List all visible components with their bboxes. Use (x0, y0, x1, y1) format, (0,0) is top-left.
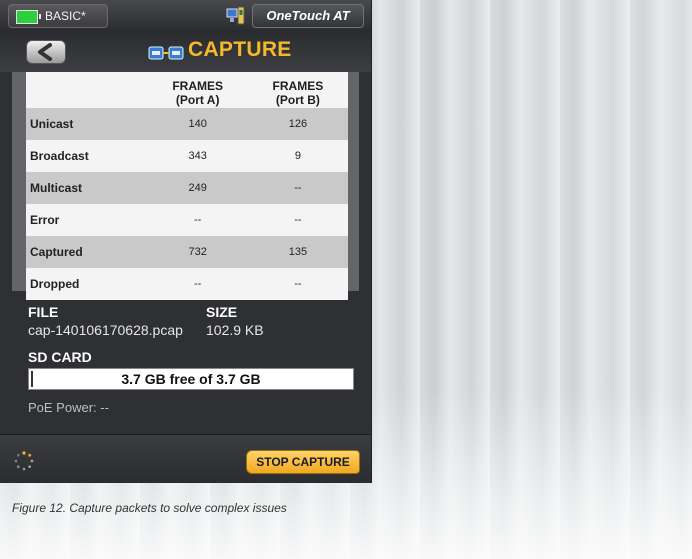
row-label: Broadcast (26, 140, 148, 172)
poe-power-status: PoE Power: -- (28, 400, 109, 415)
brand-button[interactable]: OneTouch AT (252, 4, 364, 28)
port-b-value: 126 (247, 108, 348, 140)
sd-card-status: 3.7 GB free of 3.7 GB (121, 371, 261, 387)
sd-card-heading: SD CARD (28, 349, 92, 365)
port-b-value: 9 (247, 140, 348, 172)
title-bar: CAPTURE (0, 32, 371, 72)
table-row: Unicast 140 126 (26, 108, 348, 140)
stats-panel: FRAMES (Port A) FRAMES (Port B) Unicast … (12, 72, 359, 300)
stop-capture-button[interactable]: STOP CAPTURE (246, 450, 360, 474)
battery-icon (16, 10, 41, 24)
table-header-port-a: FRAMES (Port A) (147, 72, 248, 108)
port-b-value: -- (247, 172, 348, 204)
file-name: cap-140106170628.pcap (28, 322, 183, 338)
profile-button[interactable]: BASIC* (8, 4, 108, 28)
row-label: Captured (26, 236, 148, 268)
sd-card-usage-bar: 3.7 GB free of 3.7 GB (28, 368, 354, 390)
page-title: CAPTURE (188, 38, 292, 61)
port-b-value: -- (247, 204, 348, 236)
table-row: Dropped -- -- (26, 268, 348, 300)
port-b-value: 135 (247, 236, 348, 268)
status-bar: BASIC* OneTouch AT (0, 0, 371, 32)
header-port-b-line2: (Port B) (275, 93, 320, 107)
table-row: Multicast 249 -- (26, 172, 348, 204)
table-row: Error -- -- (26, 204, 348, 236)
device-screen: BASIC* OneTouch AT CAPTURE FRAMES (Port … (0, 0, 371, 483)
row-label: Unicast (26, 108, 148, 140)
row-label: Multicast (26, 172, 148, 204)
frames-table: FRAMES (Port A) FRAMES (Port B) Unicast … (26, 72, 348, 300)
port-a-value: 140 (147, 108, 248, 140)
file-heading: FILE (28, 304, 59, 320)
port-a-value: 732 (147, 236, 248, 268)
table-header-port-b: FRAMES (Port B) (247, 72, 348, 108)
profile-name: BASIC* (45, 9, 86, 23)
header-port-a-line2: (Port A) (175, 93, 220, 107)
table-header-blank (26, 72, 148, 108)
header-port-a-line1: FRAMES (172, 79, 224, 93)
size-heading: SIZE (206, 304, 238, 320)
row-label: Dropped (26, 268, 148, 300)
port-b-value: -- (247, 268, 348, 300)
port-a-value: -- (147, 268, 248, 300)
row-label: Error (26, 204, 148, 236)
port-a-value: -- (147, 204, 248, 236)
table-row: Captured 732 135 (26, 236, 348, 268)
port-a-value: 343 (147, 140, 248, 172)
port-a-value: 249 (147, 172, 248, 204)
bottom-bar: STOP CAPTURE (0, 434, 371, 483)
file-size: 102.9 KB (206, 322, 264, 338)
network-status-icon[interactable] (226, 6, 246, 26)
figure-caption: Figure 12. Capture packets to solve comp… (12, 501, 287, 515)
back-button[interactable] (26, 40, 66, 64)
capture-icon (148, 46, 184, 60)
table-row: Broadcast 343 9 (26, 140, 348, 172)
header-port-b-line1: FRAMES (272, 79, 324, 93)
back-arrow-icon (38, 43, 52, 61)
activity-spinner-icon (14, 451, 34, 471)
